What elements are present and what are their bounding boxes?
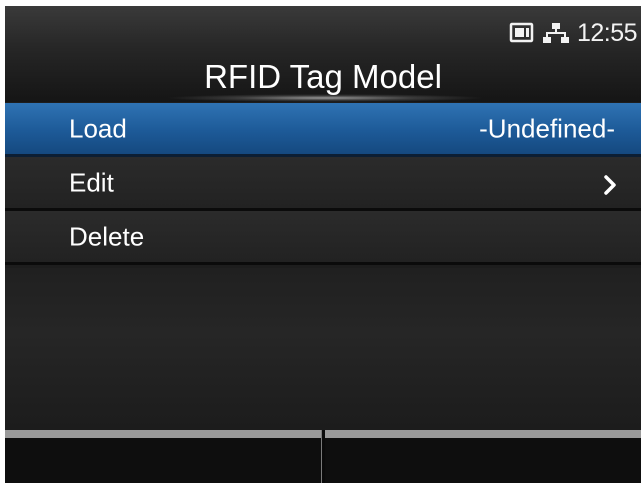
menu-list: Load -Undefined- Edit Delete	[5, 103, 641, 265]
menu-item-label: Edit	[69, 167, 114, 197]
clock: 12:55	[576, 18, 638, 47]
title-underline-glow	[165, 94, 485, 102]
header: 12:55 RFID Tag Model	[5, 6, 641, 102]
page-title: RFID Tag Model	[204, 58, 442, 95]
empty-list-area	[5, 268, 641, 430]
menu-item-label: Delete	[69, 221, 145, 251]
menu-item-edit[interactable]: Edit	[5, 157, 641, 211]
softkey-left[interactable]	[5, 430, 321, 483]
menu-item-label: Load	[69, 113, 127, 143]
chevron-right-icon	[603, 172, 617, 195]
softkey-bar	[5, 430, 641, 483]
printer-display: 12:55 RFID Tag Model Load -Undefined- Ed…	[5, 6, 641, 483]
network-icon	[542, 21, 569, 45]
status-bar: 12:55	[509, 18, 638, 48]
menu-item-delete[interactable]: Delete	[5, 211, 641, 265]
menu-item-load[interactable]: Load -Undefined-	[5, 103, 641, 157]
softkey-right[interactable]	[325, 430, 641, 483]
sd-card-icon	[509, 21, 535, 45]
menu-item-value: -Undefined-	[479, 113, 615, 143]
